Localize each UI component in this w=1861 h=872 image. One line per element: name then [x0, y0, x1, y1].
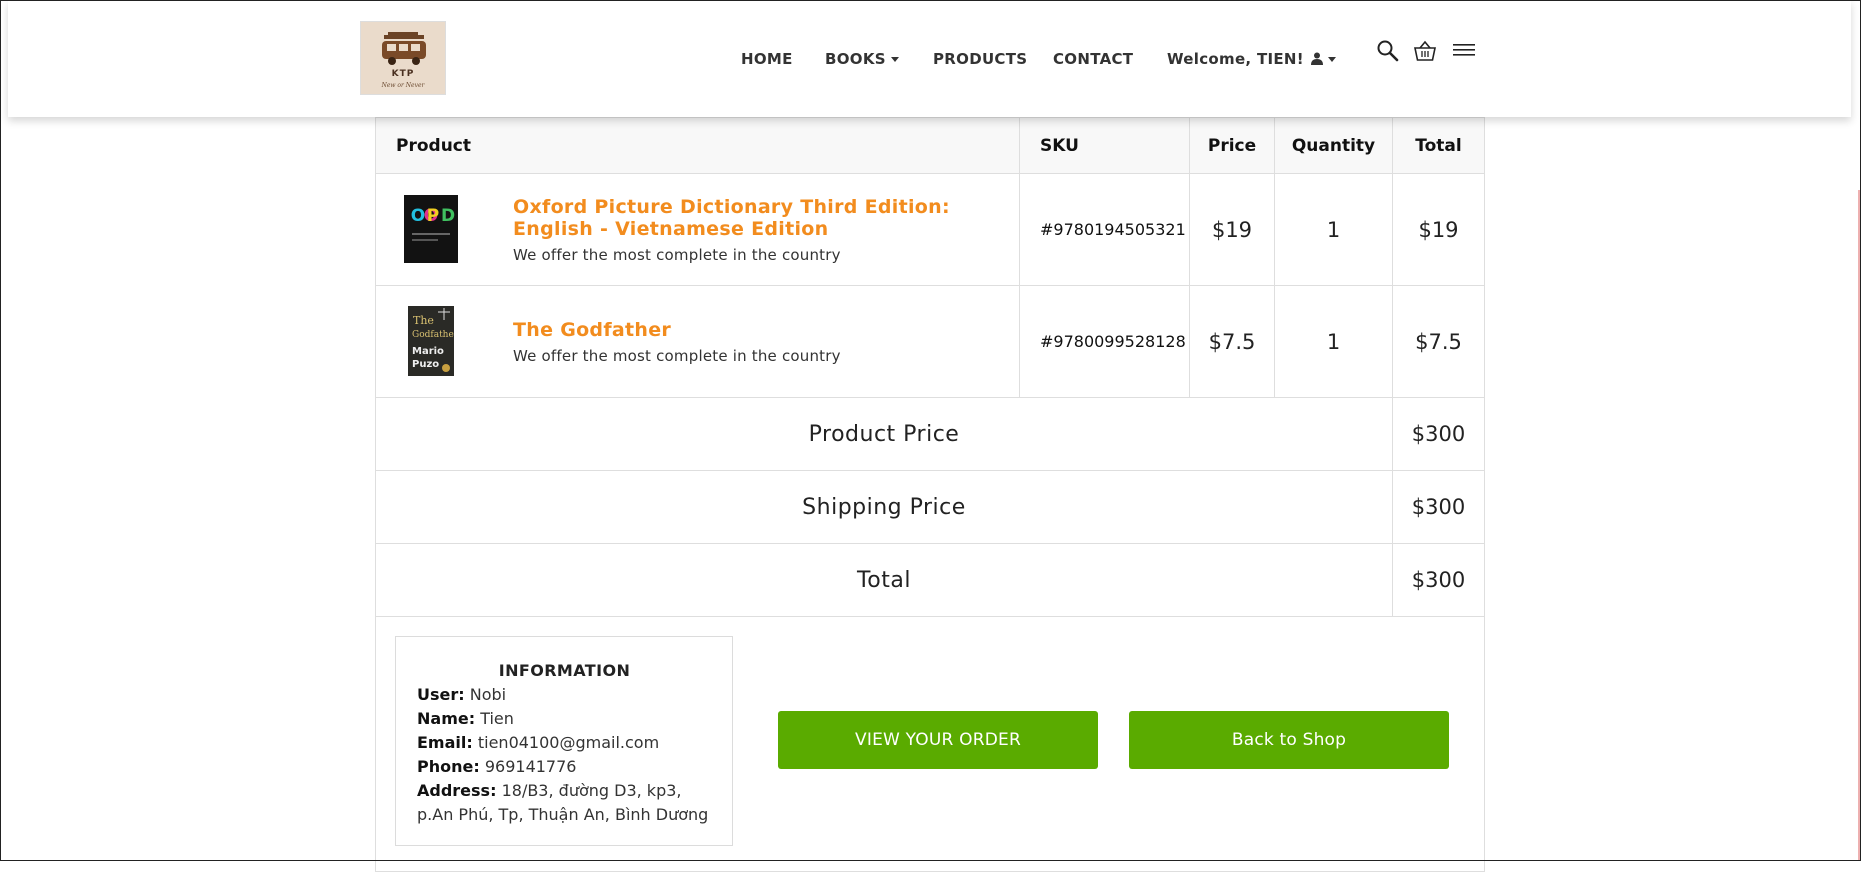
info-value: Tien: [480, 709, 514, 728]
info-phone: Phone: 969141776: [417, 755, 712, 779]
view-order-button[interactable]: VIEW YOUR ORDER: [778, 711, 1098, 769]
search-icon[interactable]: [1376, 39, 1400, 63]
book-cover-godfather[interactable]: The Godfather Mario Puzo: [408, 306, 454, 376]
info-value: Nobi: [469, 685, 507, 704]
basket-icon[interactable]: [1413, 39, 1437, 63]
table-header-row: Product SKU Price Quantity Total: [376, 118, 1484, 174]
nav-contact[interactable]: CONTACT: [1053, 50, 1133, 68]
product-title-link[interactable]: Oxford Picture Dictionary Third Edition:…: [513, 196, 1003, 240]
info-user: User: Nobi: [417, 683, 712, 707]
product-total: $19: [1392, 174, 1484, 285]
menu-icon[interactable]: [1452, 42, 1476, 58]
nav-user-menu[interactable]: Welcome, TIEN!: [1167, 50, 1337, 68]
logo-brand: KTP: [391, 69, 415, 79]
summary-value: $300: [1392, 471, 1484, 543]
product-info: The Godfather We offer the most complete…: [513, 286, 1003, 397]
svg-text:Mario: Mario: [412, 346, 444, 357]
logo[interactable]: KTP New or Never: [360, 21, 446, 95]
product-quantity: 1: [1274, 286, 1392, 397]
summary-row-shipping-price: Shipping Price $300: [376, 471, 1484, 544]
col-sku-header: SKU: [1019, 118, 1189, 173]
info-label: Name:: [417, 709, 476, 728]
col-price-header: Price: [1189, 118, 1274, 173]
info-email: Email: tien04100@gmail.com: [417, 731, 712, 755]
summary-row-total: Total $300: [376, 544, 1484, 617]
summary-label: Product Price: [808, 421, 960, 447]
product-quantity: 1: [1274, 174, 1392, 285]
nav-books-label: BOOKS: [825, 50, 886, 68]
nav-home-label: HOME: [741, 50, 793, 68]
col-product-header: Product: [396, 135, 471, 156]
book-cover-opd[interactable]: O O P D: [404, 195, 458, 263]
nav-products-label: PRODUCTS: [933, 50, 1028, 68]
chevron-down-icon: [1328, 57, 1337, 62]
product-description: We offer the most complete in the countr…: [513, 346, 841, 365]
svg-text:D: D: [441, 206, 455, 226]
info-value: 969141776: [484, 757, 577, 776]
table-row: O O P D Oxford Picture Dictionary Third …: [376, 174, 1484, 286]
nav-home[interactable]: HOME: [741, 50, 793, 68]
svg-text:P: P: [427, 206, 439, 226]
info-value: tien04100@gmail.com: [477, 733, 660, 752]
col-quantity-header: Quantity: [1274, 118, 1392, 173]
col-total-header: Total: [1392, 118, 1484, 173]
product-sku: #9780194505321: [1019, 174, 1189, 285]
info-label: Phone:: [417, 757, 480, 776]
nav-books[interactable]: BOOKS: [825, 50, 899, 68]
info-address: Address: 18/B3, đường D3, kp3, p.An Phú,…: [417, 779, 712, 827]
summary-value: $300: [1392, 398, 1484, 470]
svg-text:The: The: [413, 314, 434, 327]
svg-text:Godfather: Godfather: [412, 330, 454, 340]
product-info: Oxford Picture Dictionary Third Edition:…: [513, 174, 1003, 285]
info-name: Name: Tien: [417, 707, 712, 731]
summary-label: Shipping Price: [802, 494, 966, 520]
logo-tagline: New or Never: [381, 82, 425, 89]
product-sku: #9780099528128: [1019, 286, 1189, 397]
chevron-down-icon: [890, 57, 899, 62]
summary-value: $300: [1392, 544, 1484, 616]
van-logo-icon: [382, 32, 426, 65]
product-price: $19: [1189, 174, 1274, 285]
nav-contact-label: CONTACT: [1053, 50, 1134, 68]
information-heading: INFORMATION: [498, 661, 631, 680]
back-to-shop-button[interactable]: Back to Shop: [1129, 711, 1449, 769]
product-total: $7.5: [1392, 286, 1484, 397]
summary-label: Total: [857, 567, 911, 593]
info-label: Email:: [417, 733, 473, 752]
info-label: User:: [417, 685, 465, 704]
nav-user-label: Welcome, TIEN!: [1167, 50, 1304, 68]
info-label: Address:: [417, 781, 497, 800]
svg-text:O: O: [411, 206, 425, 226]
customer-information-card: INFORMATION User: Nobi Name: Tien Email:…: [395, 636, 733, 846]
product-title-link[interactable]: The Godfather: [513, 319, 671, 341]
product-price: $7.5: [1189, 286, 1274, 397]
svg-text:Puzo: Puzo: [412, 359, 439, 370]
nav-products[interactable]: PRODUCTS: [933, 50, 1027, 68]
table-row: The Godfather Mario Puzo The Godfather W…: [376, 286, 1484, 398]
summary-row-product-price: Product Price $300: [376, 398, 1484, 471]
user-icon: [1311, 52, 1324, 65]
site-header: KTP New or Never HOME BOOKS PRODUCTS CON…: [8, 0, 1851, 117]
product-description: We offer the most complete in the countr…: [513, 245, 841, 264]
